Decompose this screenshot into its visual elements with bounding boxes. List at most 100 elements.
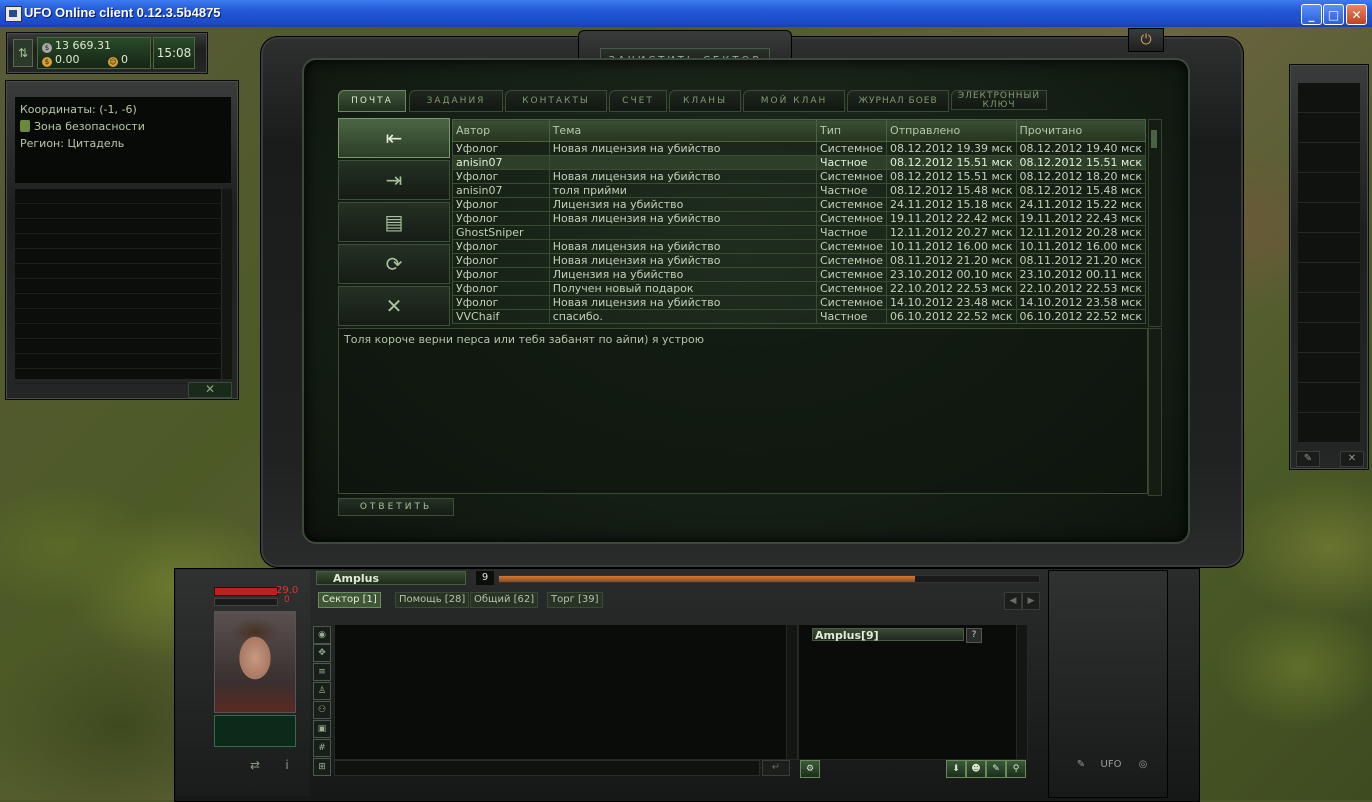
table-row[interactable]: Уфолог Получен новый подарок Системное 22.1…: [452, 281, 1146, 296]
column-read[interactable]: Прочитано: [1015, 119, 1146, 142]
chat-grid-icon[interactable]: #: [313, 739, 331, 757]
chat-prev-icon[interactable]: ◀: [1004, 592, 1022, 610]
wrench-icon[interactable]: ✎: [1068, 754, 1094, 776]
maximize-button[interactable]: □: [1323, 4, 1344, 25]
character-icon[interactable]: ⇅: [13, 39, 33, 67]
column-subject[interactable]: Тема: [548, 119, 818, 142]
tab-battle-log[interactable]: ЖУРНАЛ БОЕВ: [847, 90, 949, 112]
chat-user-list[interactable]: [798, 624, 1018, 760]
tab-electronic-key[interactable]: ЭЛЕКТРОННЫЙ КЛЮЧ: [951, 90, 1047, 110]
chat-target-icon[interactable]: ✥: [313, 644, 331, 662]
chat-list-icon[interactable]: ≡: [313, 663, 331, 681]
minimize-button[interactable]: _: [1301, 4, 1322, 25]
chat-user-flag[interactable]: ?: [966, 628, 982, 643]
scroll-thumb[interactable]: [1151, 130, 1157, 148]
silver-coin-icon: $: [42, 43, 52, 53]
table-row[interactable]: Уфолог Новая лицензия на убийство Системно…: [452, 169, 1146, 184]
user-scrollbar[interactable]: [1016, 624, 1028, 760]
implant-slot[interactable]: [214, 715, 296, 747]
slot-list[interactable]: [1298, 83, 1360, 443]
row-type: Системное: [815, 295, 888, 310]
chat-messages[interactable]: [334, 624, 788, 760]
chat-tab-trade[interactable]: Торг [39]: [547, 592, 603, 608]
swap-icon[interactable]: ⇄: [242, 754, 268, 776]
row-author: Уфолог: [452, 239, 550, 254]
send-icon[interactable]: ↵: [762, 760, 790, 776]
table-row[interactable]: GhostSniper Частное 12.11.2012 20.27 мск 12…: [452, 225, 1146, 240]
chat-next-icon[interactable]: ▶: [1022, 592, 1040, 610]
new-message-button[interactable]: ▤: [338, 202, 450, 242]
chat-table-icon[interactable]: ⊞: [313, 758, 331, 776]
row-author: GhostSniper: [452, 225, 550, 240]
row-read: 08.12.2012 19.40 мск: [1015, 141, 1146, 156]
reply-button[interactable]: ОТВЕТИТЬ: [338, 498, 454, 516]
table-row[interactable]: Уфолог Лицензия на убийство Системное 24.11…: [452, 197, 1146, 212]
table-row[interactable]: Уфолог Новая лицензия на убийство Системно…: [452, 141, 1146, 156]
info-icon[interactable]: i: [274, 754, 300, 776]
table-row[interactable]: anisin07 Частное 08.12.2012 15.51 мск 08.12…: [452, 155, 1146, 170]
chat-input[interactable]: [334, 760, 760, 776]
globe-icon[interactable]: ◎: [1130, 754, 1156, 776]
chat-tab-sector[interactable]: Сектор [1]: [318, 592, 381, 608]
money-silver: 13 669.31: [55, 39, 111, 52]
location-list[interactable]: [15, 189, 221, 384]
xp-bar: [498, 575, 1040, 583]
row-sent: 08.12.2012 15.48 мск: [886, 183, 1017, 198]
power-icon[interactable]: ⏻: [1128, 28, 1164, 52]
chat-screen-icon[interactable]: ▣: [313, 720, 331, 738]
tab-account[interactable]: СЧЕТ: [609, 90, 667, 112]
tab-quests[interactable]: ЗАДАНИЯ: [409, 90, 503, 112]
tab-mail[interactable]: ПОЧТА: [338, 90, 406, 112]
mail-scrollbar[interactable]: [1148, 119, 1162, 327]
row-read: 12.11.2012 20.28 мск: [1015, 225, 1146, 240]
tools-icon[interactable]: ✎: [986, 760, 1006, 778]
column-type[interactable]: Тип: [815, 119, 888, 142]
tab-clans[interactable]: КЛАНЫ: [669, 90, 741, 112]
row-sent: 23.10.2012 00.10 мск: [886, 267, 1017, 282]
row-sent: 08.11.2012 21.20 мск: [886, 253, 1017, 268]
chat-settings-icon[interactable]: ⚙: [800, 760, 820, 778]
chat-person-icon[interactable]: ♙: [313, 682, 331, 700]
inbox-button[interactable]: ⇤: [338, 118, 450, 158]
ufo-button[interactable]: UFO: [1098, 754, 1124, 776]
table-row[interactable]: Уфолог Лицензия на убийство Системное 23.10…: [452, 267, 1146, 282]
table-row[interactable]: Уфолог Новая лицензия на убийство Системно…: [452, 253, 1146, 268]
zone-label: Зона безопасности: [34, 120, 145, 133]
row-type: Частное: [815, 309, 888, 324]
alien-icon[interactable]: ☻: [966, 760, 986, 778]
message-scrollbar[interactable]: [1148, 328, 1162, 496]
row-sent: 06.10.2012 22.52 мск: [886, 309, 1017, 324]
table-row[interactable]: Уфолог Новая лицензия на убийство Системно…: [452, 211, 1146, 226]
antenna-icon[interactable]: ⚲: [1006, 760, 1026, 778]
app-icon: [5, 6, 22, 22]
row-read: 22.10.2012 22.53 мск: [1015, 281, 1146, 296]
table-row[interactable]: Уфолог Новая лицензия на убийство Системно…: [452, 239, 1146, 254]
wrench-icon[interactable]: ✎: [1296, 451, 1320, 467]
close-button[interactable]: ✕: [1346, 4, 1367, 25]
chat-tab-help[interactable]: Помощь [28]: [395, 592, 470, 608]
column-author[interactable]: Автор: [452, 119, 550, 142]
avatar[interactable]: [214, 611, 296, 713]
location-close-button[interactable]: ✕: [188, 382, 232, 398]
right-panel-close-icon[interactable]: ✕: [1340, 451, 1364, 467]
chat-user[interactable]: Amplus[9]: [812, 628, 964, 642]
gold-coin-icon: $: [42, 57, 52, 67]
row-type: Системное: [815, 253, 888, 268]
outbox-button[interactable]: ⇥: [338, 160, 450, 200]
row-sent: 10.11.2012 16.00 мск: [886, 239, 1017, 254]
table-row[interactable]: anisin07 толя прийми Частное 08.12.2012 15.…: [452, 183, 1146, 198]
delete-button[interactable]: ✕: [338, 286, 450, 326]
chat-group-icon[interactable]: ⚇: [313, 701, 331, 719]
refresh-button[interactable]: ⟳: [338, 244, 450, 284]
chat-scrollbar[interactable]: [786, 624, 798, 760]
window-title: UFO Online client 0.12.3.5b4875: [24, 5, 221, 20]
chat-filter-icon[interactable]: ◉: [313, 626, 331, 644]
tab-my-clan[interactable]: МОЙ КЛАН: [743, 90, 845, 112]
download-icon[interactable]: ⬇: [946, 760, 966, 778]
chat-tab-general[interactable]: Общий [62]: [470, 592, 539, 608]
tab-contacts[interactable]: КОНТАКТЫ: [505, 90, 607, 112]
table-row[interactable]: VVChaif спасибо. Частное 06.10.2012 22.52 м…: [452, 309, 1146, 324]
column-sent[interactable]: Отправлено: [886, 119, 1017, 142]
location-scrollbar[interactable]: [221, 189, 232, 379]
table-row[interactable]: Уфолог Новая лицензия на убийство Системно…: [452, 295, 1146, 310]
